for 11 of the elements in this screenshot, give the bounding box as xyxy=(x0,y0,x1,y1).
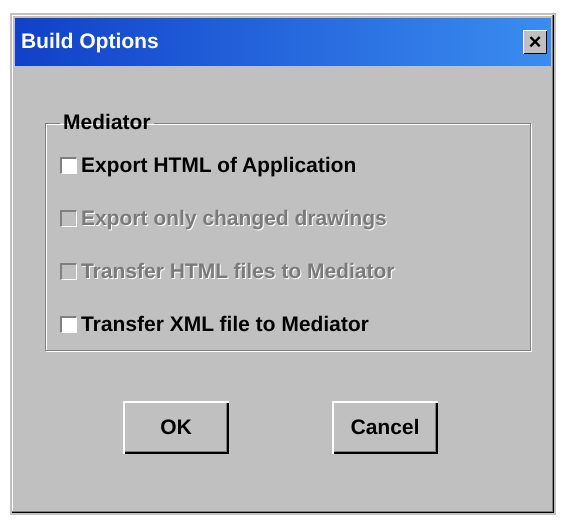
dialog-button[interactable]: Cancel xyxy=(332,401,438,454)
checkbox-label: Transfer XML file to Mediator xyxy=(81,312,369,336)
group-label: Mediator xyxy=(62,111,152,135)
checkbox-label: Export HTML of Application xyxy=(81,154,356,178)
window-title: Build Options xyxy=(21,30,159,54)
dialog-button[interactable]: OK xyxy=(123,401,229,454)
checkbox[interactable] xyxy=(60,316,77,333)
close-button[interactable]: × xyxy=(523,30,547,54)
checkbox[interactable] xyxy=(60,157,77,174)
checkbox-label: Transfer HTML files to Mediator xyxy=(81,260,394,284)
checkbox-label: Export only changed drawings xyxy=(81,206,387,230)
